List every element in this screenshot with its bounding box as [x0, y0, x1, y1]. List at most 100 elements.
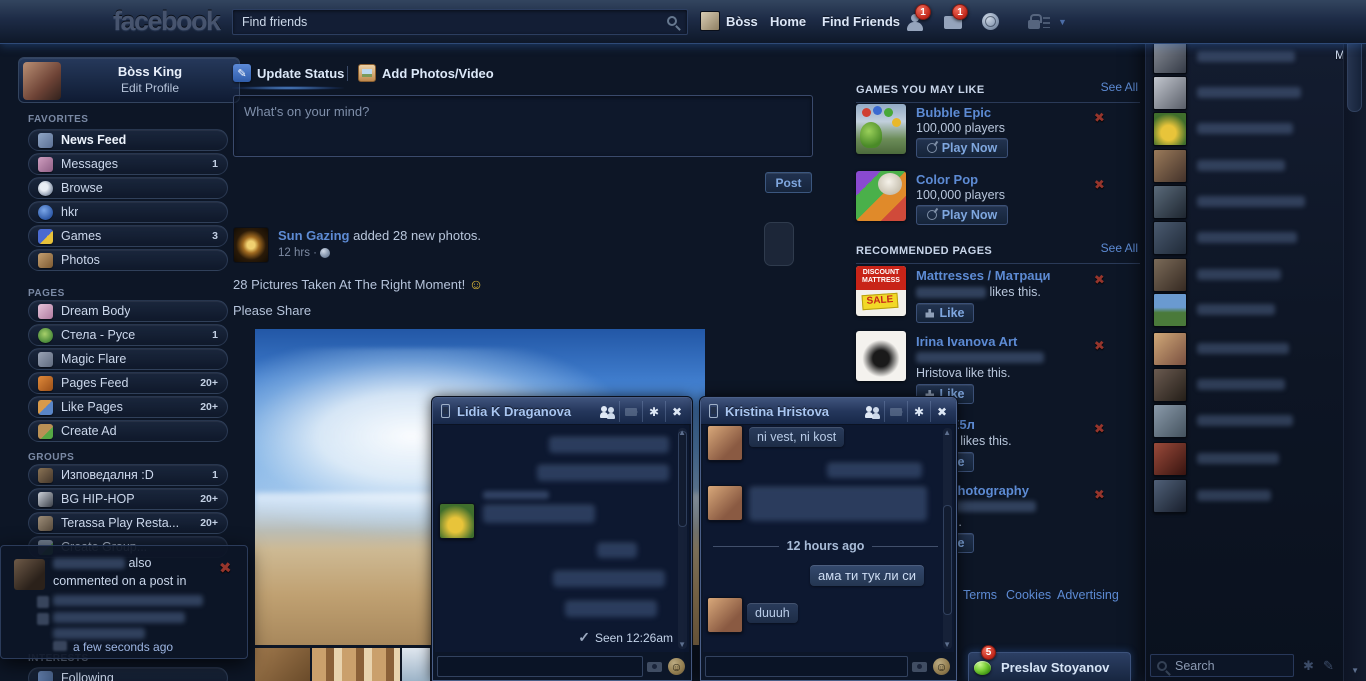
- sidebar-item-stela-ruse[interactable]: Стела - Русе 1: [28, 324, 228, 346]
- sidebar-item-magic-flare[interactable]: Magic Flare: [28, 348, 228, 370]
- notifications-globe-icon[interactable]: [982, 13, 999, 30]
- friend-row[interactable]: [1146, 368, 1342, 404]
- friend-row[interactable]: 10h: [1146, 332, 1342, 368]
- sidebar-item-following[interactable]: Following: [28, 667, 228, 681]
- post-author-avatar[interactable]: [233, 227, 269, 263]
- like-button[interactable]: Like: [916, 303, 974, 323]
- sidebar-item-messages[interactable]: Messages 1: [28, 153, 228, 175]
- friend-row[interactable]: [1146, 442, 1342, 478]
- friend-row[interactable]: 3h: [1146, 258, 1342, 294]
- emoticon-icon[interactable]: ☺: [933, 658, 950, 675]
- photo-thumbnail[interactable]: [255, 648, 310, 681]
- status-input[interactable]: [234, 96, 812, 156]
- video-call-button[interactable]: [619, 401, 642, 422]
- play-now-button[interactable]: Play Now: [916, 205, 1008, 225]
- dismiss-page-icon[interactable]: ✖: [1093, 272, 1105, 289]
- video-call-button[interactable]: [884, 401, 907, 422]
- friend-row[interactable]: 10h: [1146, 149, 1342, 185]
- sidebar-item-bg-hiphop[interactable]: BG HIP-HOP 20+: [28, 488, 228, 510]
- camera-icon[interactable]: [912, 662, 927, 672]
- game-name[interactable]: Color Pop: [916, 172, 978, 187]
- friend-row[interactable]: 9h: [1146, 404, 1342, 440]
- scroll-down-icon[interactable]: ▼: [943, 640, 951, 649]
- tab-add-photos-video[interactable]: Add Photos/Video: [358, 64, 494, 82]
- mattresses-thumbnail[interactable]: DISCOUNTMATTRESS SALE: [856, 266, 906, 316]
- new-message-icon[interactable]: ✎: [1323, 658, 1334, 674]
- advertising-link[interactable]: Advertising: [1057, 588, 1119, 602]
- minimized-chat-preslav[interactable]: 5 Preslav Stoyanov: [968, 652, 1131, 681]
- sidebar-item-games[interactable]: Games 3: [28, 225, 228, 247]
- sidebar-item-photos[interactable]: Photos: [28, 249, 228, 271]
- sidebar-item-dream-body[interactable]: Dream Body: [28, 300, 228, 322]
- scroll-down-icon[interactable]: ▼: [1351, 666, 1359, 675]
- friend-row[interactable]: [1146, 221, 1342, 257]
- sidebar-item-terassa[interactable]: Terassa Play Resta... 20+: [28, 512, 228, 534]
- chat-scrollbar-thumb[interactable]: [943, 505, 952, 615]
- profile-name[interactable]: Bòss King: [67, 64, 233, 79]
- sidebar-item-pages-feed[interactable]: Pages Feed 20+: [28, 372, 228, 394]
- edit-profile-link[interactable]: Edit Profile: [67, 81, 233, 95]
- add-person-button[interactable]: [861, 401, 884, 422]
- chat-window-kristina[interactable]: Kristina Hristova ✱ ✖ ni vest, ni kost 1…: [700, 397, 957, 681]
- sidebar-item-hkr[interactable]: hkr: [28, 201, 228, 223]
- notification-toast[interactable]: also commented on a post in a few second…: [0, 545, 248, 659]
- post-button[interactable]: Post: [765, 172, 812, 193]
- chat-title[interactable]: Kristina Hristova: [725, 404, 829, 419]
- sidebar-item-like-pages[interactable]: Like Pages 20+: [28, 396, 228, 418]
- dismiss-page-icon[interactable]: ✖: [1093, 487, 1105, 504]
- chat-scrollbar-thumb[interactable]: [678, 431, 687, 527]
- recommended-see-all-link[interactable]: See All: [1101, 241, 1138, 255]
- irina-ivanova-art-thumbnail[interactable]: [856, 331, 906, 381]
- scroll-down-icon[interactable]: ▼: [678, 640, 686, 649]
- chat-settings-button[interactable]: ✱: [907, 401, 930, 422]
- dismiss-game-icon[interactable]: ✖: [1093, 110, 1105, 127]
- navbar-search[interactable]: [232, 9, 688, 35]
- chat-title[interactable]: Lidia K Draganova: [457, 404, 571, 419]
- games-see-all-link[interactable]: See All: [1101, 80, 1138, 94]
- chat-avatar[interactable]: [707, 597, 743, 633]
- sidebar-item-create-ad[interactable]: Create Ad: [28, 420, 228, 442]
- photo-thumbnail[interactable]: [312, 648, 400, 681]
- friend-row[interactable]: Mobile: [1146, 40, 1342, 76]
- chat-search-input[interactable]: [1151, 655, 1293, 676]
- chat-message-input[interactable]: [705, 656, 908, 677]
- chat-header[interactable]: Kristina Hristova ✱ ✖: [701, 398, 956, 425]
- friend-row[interactable]: Web: [1146, 76, 1342, 112]
- chat-messages[interactable]: ni vest, ni kost 12 hours ago ама ти тук…: [703, 425, 954, 652]
- sidebar-item-browse[interactable]: Browse: [28, 177, 228, 199]
- friend-row[interactable]: [1146, 293, 1342, 329]
- camera-icon[interactable]: [647, 662, 662, 672]
- scroll-up-icon[interactable]: ▲: [943, 428, 951, 437]
- game-name[interactable]: Bubble Epic: [916, 105, 991, 120]
- chat-avatar[interactable]: [707, 485, 743, 521]
- scroll-up-icon[interactable]: ▲: [678, 428, 686, 437]
- friend-row[interactable]: [1146, 185, 1342, 221]
- add-person-button[interactable]: [596, 401, 619, 422]
- navbar-profile-link[interactable]: Bòss: [726, 14, 758, 29]
- post-author-link[interactable]: Sun Gazing: [278, 228, 350, 243]
- navbar-profile-avatar[interactable]: [700, 11, 720, 31]
- emoticon-icon[interactable]: ☺: [668, 658, 685, 675]
- chat-settings-gear-icon[interactable]: ✱: [1303, 658, 1314, 674]
- sidebar-item-news-feed[interactable]: News Feed: [28, 129, 228, 151]
- page-name[interactable]: Mattresses / Матраци: [916, 268, 1051, 283]
- sidebar-item-izpovedalnya[interactable]: Изповедалня :D 1: [28, 464, 228, 486]
- chat-header[interactable]: Lidia K Draganova ✱ ✖: [433, 398, 691, 425]
- cookies-link[interactable]: Cookies: [1006, 588, 1051, 602]
- play-now-button[interactable]: Play Now: [916, 138, 1008, 158]
- page-name[interactable]: Irina Ivanova Art: [916, 334, 1017, 349]
- navbar-find-friends-link[interactable]: Find Friends: [822, 14, 900, 29]
- privacy-lock-icon[interactable]: [1028, 20, 1040, 29]
- navbar-search-input[interactable]: [233, 10, 687, 34]
- status-composer[interactable]: [233, 95, 813, 157]
- friend-row[interactable]: [1146, 479, 1342, 515]
- chat-message-input[interactable]: [437, 656, 643, 677]
- dismiss-game-icon[interactable]: ✖: [1093, 177, 1105, 194]
- feed-scroll-pill[interactable]: [764, 222, 794, 266]
- chat-close-button[interactable]: ✖: [665, 401, 688, 422]
- terms-link[interactable]: Terms: [963, 588, 997, 602]
- dismiss-page-icon[interactable]: ✖: [1093, 421, 1105, 438]
- facebook-logo[interactable]: facebook: [113, 6, 220, 37]
- photo-thumbnail[interactable]: [402, 648, 430, 681]
- color-pop-thumbnail[interactable]: [856, 171, 906, 221]
